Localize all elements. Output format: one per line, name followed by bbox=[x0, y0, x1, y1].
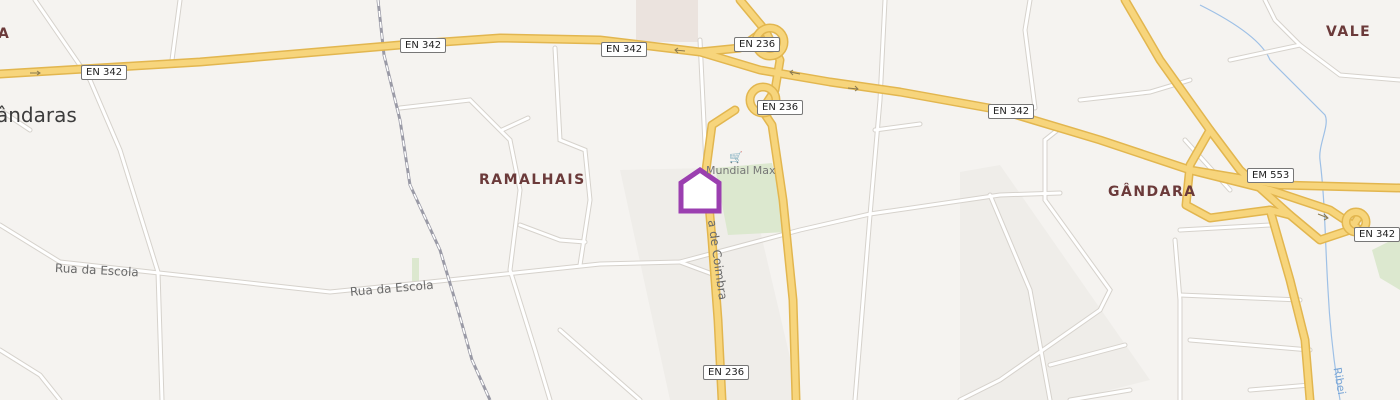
road-shield-en342: EN 342 bbox=[400, 38, 447, 53]
road-shield-en236: EN 236 bbox=[734, 37, 781, 52]
poi-label-mundial-max[interactable]: Mundial Max bbox=[706, 165, 776, 176]
road-shield-en236: EN 236 bbox=[703, 365, 750, 380]
map-layer bbox=[0, 0, 1400, 400]
map-canvas[interactable]: VALE RAMALHAIS GÂNDARA A ândaras Rua da … bbox=[0, 0, 1400, 400]
road-shield-en342: EN 342 bbox=[988, 104, 1035, 119]
place-label-ramalhais: RAMALHAIS bbox=[479, 172, 586, 188]
road-shield-en342: EN 342 bbox=[81, 65, 128, 80]
park-area bbox=[1372, 236, 1400, 290]
place-label-vale: VALE bbox=[1326, 24, 1372, 40]
place-label-gandara: GÂNDARA bbox=[1108, 184, 1197, 200]
road-shield-en236: EN 236 bbox=[757, 100, 804, 115]
place-label-edge: A bbox=[0, 26, 11, 42]
road-shield-em553: EM 553 bbox=[1247, 168, 1295, 183]
shopping-cart-icon[interactable]: 🛒 bbox=[729, 151, 743, 164]
railway-line bbox=[376, 0, 492, 400]
town-label: ândaras bbox=[0, 103, 77, 127]
road-shield-en342: EN 342 bbox=[1354, 227, 1400, 242]
road-shield-en342: EN 342 bbox=[601, 42, 648, 57]
railway-dashes bbox=[377, 0, 491, 400]
building-area bbox=[636, 0, 698, 42]
